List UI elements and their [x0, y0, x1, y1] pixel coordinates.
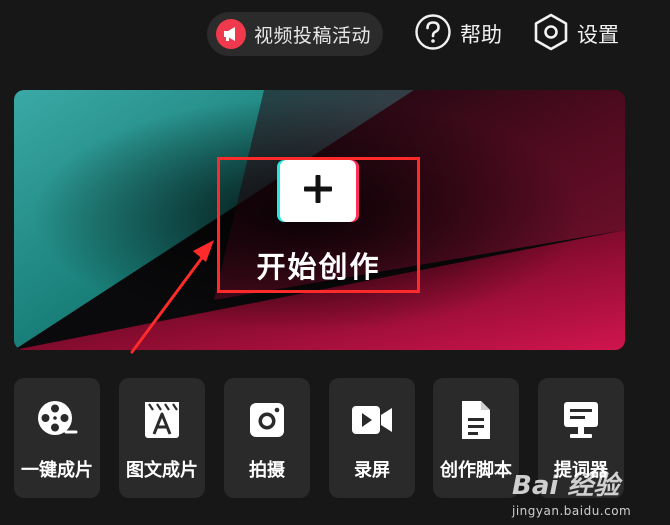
video-campaign-button[interactable]: 视频投稿活动 — [207, 12, 383, 56]
camera-icon — [224, 396, 310, 444]
megaphone-icon — [216, 19, 246, 49]
watermark-brand: Bai 经验 — [512, 471, 620, 501]
settings-button[interactable]: 设置 — [533, 13, 619, 55]
hexagon-gear-icon — [533, 13, 569, 55]
screen-record-icon — [329, 396, 415, 444]
tool-label: 录屏 — [354, 460, 390, 481]
help-button[interactable]: 帮助 — [414, 14, 502, 54]
script-document-icon — [433, 396, 519, 444]
settings-label: 设置 — [577, 23, 619, 47]
help-icon — [414, 13, 452, 55]
watermark-url: jingyan.baidu.com — [512, 504, 632, 518]
highlight-box — [217, 157, 420, 293]
tool-label: 创作脚本 — [440, 460, 512, 481]
tool-label: 拍摄 — [249, 460, 285, 481]
tool-label: 图文成片 — [126, 460, 198, 481]
tool-creation-script[interactable]: 创作脚本 — [433, 378, 519, 498]
film-reel-icon — [14, 396, 100, 444]
tool-screen-record[interactable]: 录屏 — [329, 378, 415, 498]
tool-one-click-video[interactable]: 一键成片 — [14, 378, 100, 498]
tool-text-to-video[interactable]: 图文成片 — [119, 378, 205, 498]
text-image-icon — [119, 396, 205, 444]
baidu-jingyan-watermark: Bai 经验 jingyan.baidu.com — [512, 465, 662, 521]
teleprompter-icon — [538, 396, 624, 444]
campaign-label: 视频投稿活动 — [254, 24, 372, 47]
tool-shoot[interactable]: 拍摄 — [224, 378, 310, 498]
help-label: 帮助 — [460, 23, 502, 47]
tool-label: 一键成片 — [21, 460, 93, 481]
top-bar: 视频投稿活动 帮助 设置 — [0, 0, 670, 70]
